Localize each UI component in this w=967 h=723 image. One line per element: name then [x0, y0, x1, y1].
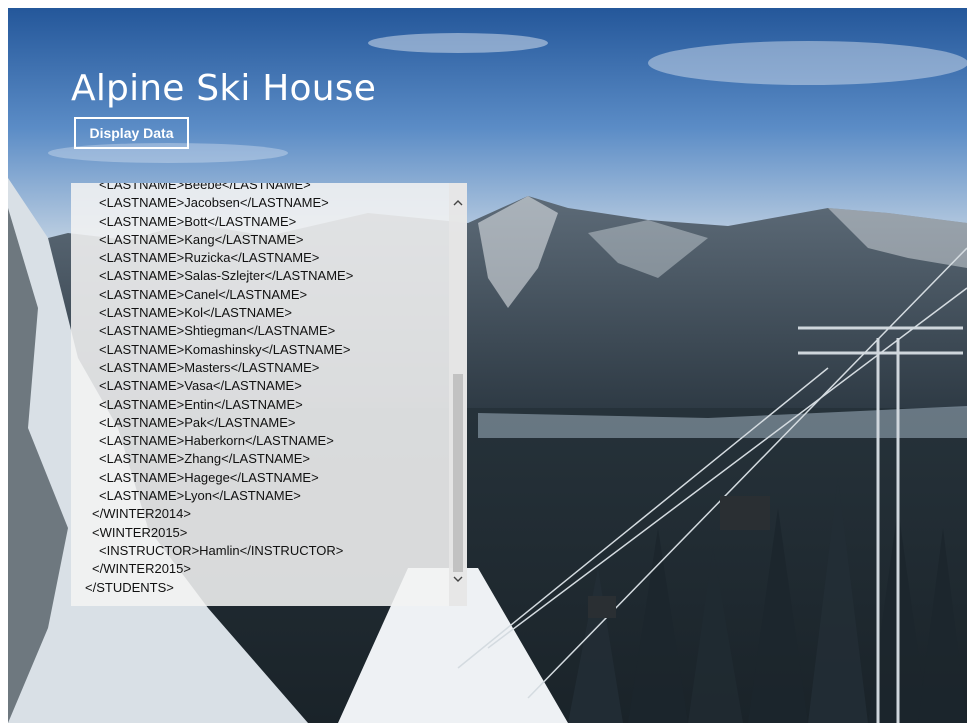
xml-line: <LASTNAME>Shtiegman</LASTNAME>: [99, 323, 336, 339]
xml-line: <LASTNAME>Beebe</LASTNAME>: [99, 183, 311, 192]
chevron-up-icon[interactable]: [449, 193, 467, 211]
vertical-scrollbar[interactable]: [449, 183, 467, 606]
display-data-button[interactable]: Display Data: [74, 117, 189, 149]
xml-line: <LASTNAME>Jacobsen</LASTNAME>: [99, 195, 329, 211]
xml-line: <LASTNAME>Hagege</LASTNAME>: [99, 469, 319, 485]
xml-line-list: <LASTNAME>Beebe</LASTNAME> <LASTNAME>Jaco…: [71, 183, 353, 597]
xml-line: <LASTNAME>Masters</LASTNAME>: [99, 359, 320, 375]
xml-line: <LASTNAME>Haberkorn</LASTNAME>: [99, 433, 334, 449]
xml-output-panel[interactable]: <LASTNAME>Beebe</LASTNAME> <LASTNAME>Jaco…: [71, 183, 467, 606]
xml-line: <LASTNAME>Komashinsky</LASTNAME>: [99, 341, 351, 357]
chevron-down-icon[interactable]: [449, 570, 467, 588]
xml-line: <LASTNAME>Pak</LASTNAME>: [99, 414, 296, 430]
xml-line: <LASTNAME>Kol</LASTNAME>: [99, 305, 292, 321]
xml-line: </WINTER2015>: [92, 561, 191, 577]
xml-line: <LASTNAME>Ruzicka</LASTNAME>: [99, 250, 320, 266]
xml-line: <LASTNAME>Canel</LASTNAME>: [99, 286, 308, 302]
xml-line: <LASTNAME>Vasa</LASTNAME>: [99, 378, 302, 394]
scrollbar-thumb[interactable]: [453, 374, 463, 572]
xml-line: </STUDENTS>: [85, 579, 174, 595]
xml-line: <LASTNAME>Bott</LASTNAME>: [99, 213, 297, 229]
xml-line: <LASTNAME>Salas-Szlejter</LASTNAME>: [99, 268, 354, 284]
app-window: Alpine Ski House Display Data <LASTNAME>…: [8, 8, 967, 723]
xml-line: <LASTNAME>Lyon</LASTNAME>: [99, 488, 301, 504]
xml-line: </WINTER2014>: [92, 506, 191, 522]
xml-line: <WINTER2015>: [92, 524, 188, 540]
xml-line: <INSTRUCTOR>Hamlin</INSTRUCTOR>: [99, 542, 344, 558]
xml-line: <LASTNAME>Kang</LASTNAME>: [99, 231, 304, 247]
xml-content: <LASTNAME>Beebe</LASTNAME> <LASTNAME>Jaco…: [71, 183, 447, 606]
xml-line: <LASTNAME>Entin</LASTNAME>: [99, 396, 303, 412]
xml-line: <LASTNAME>Zhang</LASTNAME>: [99, 451, 310, 467]
page-title: Alpine Ski House: [71, 68, 377, 110]
